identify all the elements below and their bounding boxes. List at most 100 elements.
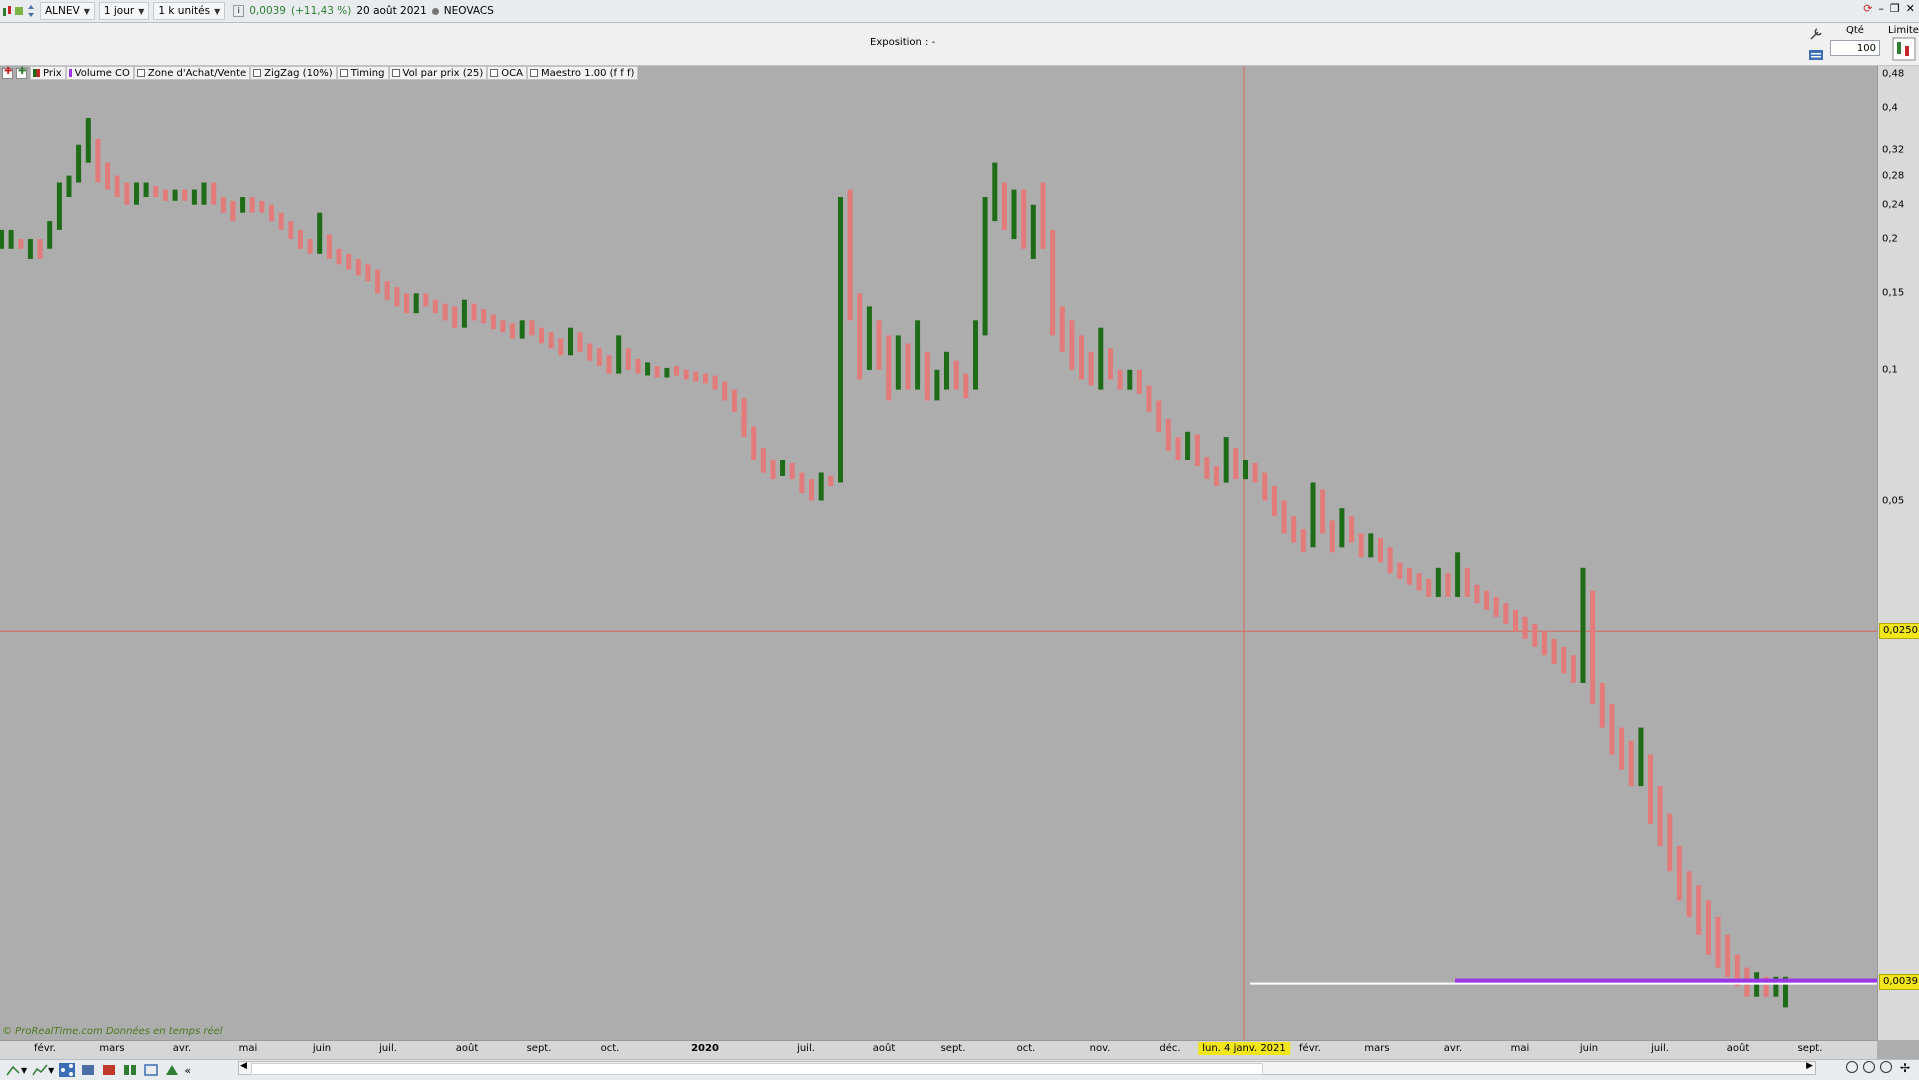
price-bar bbox=[1050, 229, 1056, 336]
scroll-right-icon[interactable]: ▶ bbox=[1806, 1061, 1813, 1071]
scroll-thumb[interactable] bbox=[251, 1063, 1263, 1075]
price-bar bbox=[712, 375, 718, 390]
price-bar bbox=[18, 239, 24, 249]
price-chart[interactable] bbox=[0, 66, 1877, 1040]
minimize-icon[interactable]: – bbox=[1878, 2, 1884, 15]
x-tick-label: juil. bbox=[797, 1043, 815, 1054]
price-bar bbox=[838, 197, 843, 483]
price-bar bbox=[1040, 182, 1046, 249]
ticker-select[interactable]: ALNEV ▼ bbox=[40, 2, 95, 20]
price-bar bbox=[1320, 489, 1326, 534]
trade-icon[interactable] bbox=[164, 1063, 180, 1077]
price-bar bbox=[317, 212, 323, 254]
order-book-icon[interactable] bbox=[1808, 49, 1824, 61]
restore-icon[interactable]: ❐ bbox=[1890, 2, 1900, 15]
units-select[interactable]: 1 k unités ▼ bbox=[153, 2, 226, 20]
checkbox[interactable] bbox=[391, 69, 400, 77]
price-bar bbox=[934, 369, 940, 401]
y-axis[interactable] bbox=[1877, 66, 1919, 1040]
price-bar bbox=[577, 332, 583, 352]
price-bar bbox=[1108, 348, 1113, 380]
zoom-fit-icon[interactable] bbox=[1846, 1061, 1858, 1073]
sync-icon[interactable]: ⟳ bbox=[1863, 2, 1872, 15]
chevron-down-icon[interactable]: ▼ bbox=[48, 1066, 54, 1075]
price-bar bbox=[895, 335, 901, 390]
screener-icon[interactable] bbox=[80, 1063, 96, 1077]
checkbox[interactable] bbox=[529, 69, 538, 77]
price-bar bbox=[1541, 631, 1547, 656]
legend-label: Prix bbox=[43, 67, 62, 79]
price-bar bbox=[924, 351, 930, 401]
sort-arrows-icon[interactable] bbox=[26, 4, 36, 18]
price-bar bbox=[780, 460, 786, 476]
wrench-icon[interactable] bbox=[1808, 27, 1824, 41]
price-bar bbox=[1599, 683, 1605, 728]
price-bar bbox=[751, 426, 757, 460]
checkbox[interactable] bbox=[490, 69, 499, 77]
price-bar bbox=[134, 182, 139, 205]
refresh-icon[interactable] bbox=[14, 4, 24, 18]
legend-item-maestro[interactable]: Maestro 1.00 (f f f) bbox=[526, 66, 639, 80]
scroll-left-icon[interactable]: ◀ bbox=[240, 1061, 247, 1071]
expand-icon[interactable]: ✢ bbox=[1897, 1061, 1913, 1077]
zoom-in-icon[interactable] bbox=[1880, 1061, 1892, 1073]
legend-label: OCA bbox=[501, 67, 523, 79]
legend-item-timing[interactable]: Timing bbox=[336, 66, 389, 80]
info-icon[interactable]: i bbox=[233, 5, 245, 17]
columns-icon[interactable] bbox=[122, 1063, 138, 1077]
price-bar bbox=[1551, 638, 1557, 665]
legend-item-zone[interactable]: Zone d'Achat/Vente bbox=[133, 66, 251, 80]
price-bar bbox=[1397, 562, 1403, 579]
price-bar bbox=[326, 234, 332, 259]
price-bar bbox=[432, 299, 438, 314]
legend-item-prix[interactable]: Prix bbox=[30, 66, 66, 80]
price-bar bbox=[722, 381, 728, 401]
chart-style-icon[interactable] bbox=[32, 1063, 48, 1077]
price-bar bbox=[799, 472, 805, 494]
price-bar bbox=[201, 182, 207, 205]
checkbox[interactable] bbox=[136, 69, 145, 77]
period-select[interactable]: 1 jour ▼ bbox=[98, 2, 150, 20]
price-bar bbox=[1686, 871, 1692, 917]
price-bar bbox=[1378, 537, 1383, 563]
legend-item-zigzag[interactable]: ZigZag (10%) bbox=[250, 66, 337, 80]
price-bar bbox=[944, 351, 949, 390]
copyright-text: © ProRealTime.com Données en temps réel bbox=[2, 1026, 223, 1037]
legend-item-oca[interactable]: OCA bbox=[487, 66, 527, 80]
checkbox[interactable] bbox=[253, 69, 262, 77]
price-bar bbox=[1715, 916, 1721, 968]
drawing-tools-icon[interactable] bbox=[5, 1063, 21, 1077]
x-tick-label: oct. bbox=[1016, 1043, 1036, 1054]
qty-input[interactable] bbox=[1830, 40, 1880, 56]
window-icon[interactable] bbox=[143, 1063, 159, 1077]
legend-item-volume[interactable]: Volume CO bbox=[65, 66, 134, 80]
price-bar bbox=[1117, 369, 1123, 390]
price-bar bbox=[1030, 204, 1036, 259]
price-bar bbox=[703, 373, 708, 384]
checkbox[interactable] bbox=[339, 69, 348, 77]
instrument-name: NEOVACS bbox=[443, 5, 494, 17]
time-scrollbar[interactable]: ◀ ▶ bbox=[238, 1061, 1816, 1075]
price-bar bbox=[1532, 623, 1538, 647]
add-indicator-icon[interactable]: ✚ bbox=[16, 66, 27, 79]
y-tick-label: 0,28 bbox=[1882, 170, 1905, 182]
order-type-icon[interactable] bbox=[1892, 37, 1916, 61]
price-bar bbox=[664, 367, 670, 378]
price-bar bbox=[1705, 900, 1711, 955]
list-icon[interactable] bbox=[101, 1063, 117, 1077]
quote-info: i 0,0039 (+11,43 %) 20 août 2021 NEOVACS bbox=[233, 5, 494, 17]
price-bar bbox=[1329, 520, 1335, 553]
units-value: 1 k unités bbox=[158, 5, 211, 17]
chevron-down-icon[interactable]: ▼ bbox=[21, 1066, 27, 1075]
chart-type-icon[interactable] bbox=[2, 4, 12, 18]
share-icon[interactable] bbox=[59, 1063, 76, 1077]
remove-indicator-icon[interactable]: ✚ bbox=[2, 66, 13, 79]
double-chevron-left-icon[interactable]: « bbox=[184, 1064, 191, 1077]
x-tick-label: août bbox=[455, 1043, 479, 1054]
close-icon[interactable]: ✕ bbox=[1906, 2, 1915, 15]
legend-item-vol-par-prix[interactable]: Vol par prix (25) bbox=[388, 66, 488, 80]
y-tick-label: 0,4 bbox=[1882, 102, 1898, 114]
zoom-out-icon[interactable] bbox=[1863, 1061, 1875, 1073]
price-bar bbox=[1300, 529, 1306, 553]
price-bar bbox=[847, 189, 853, 321]
